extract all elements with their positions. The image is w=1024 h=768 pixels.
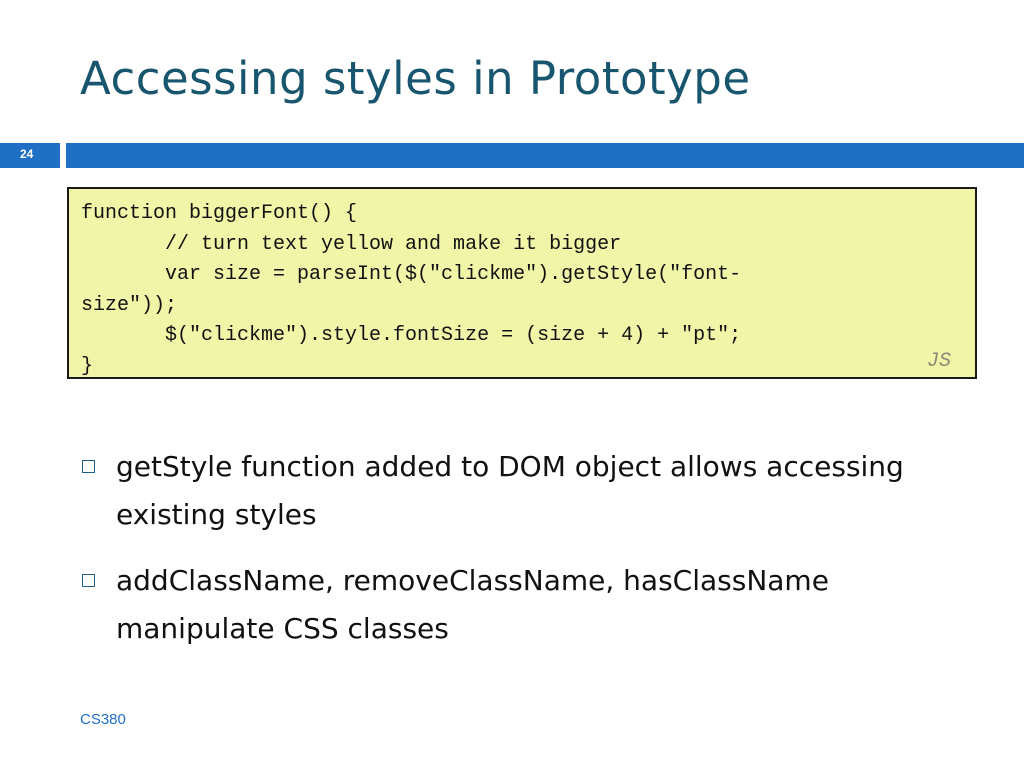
hollow-square-bullet-icon: [82, 574, 95, 587]
bullet-text: getStyle function added to DOM object al…: [116, 450, 904, 531]
bullet-item: getStyle function added to DOM object al…: [80, 443, 960, 539]
bullet-item: addClassName, removeClassName, hasClassN…: [80, 557, 960, 653]
slide-title: Accessing styles in Prototype: [80, 52, 751, 105]
bullet-text: addClassName, removeClassName, hasClassN…: [116, 564, 829, 645]
hollow-square-bullet-icon: [82, 460, 95, 473]
code-language-label: JS: [926, 350, 951, 373]
course-footer: CS380: [80, 711, 126, 728]
header-rule-bar: [66, 143, 1024, 168]
bullet-list: getStyle function added to DOM object al…: [80, 443, 960, 671]
slide-number: 24: [20, 147, 34, 161]
code-text: function biggerFont() { // turn text yel…: [81, 202, 742, 378]
code-block: function biggerFont() { // turn text yel…: [67, 187, 977, 379]
